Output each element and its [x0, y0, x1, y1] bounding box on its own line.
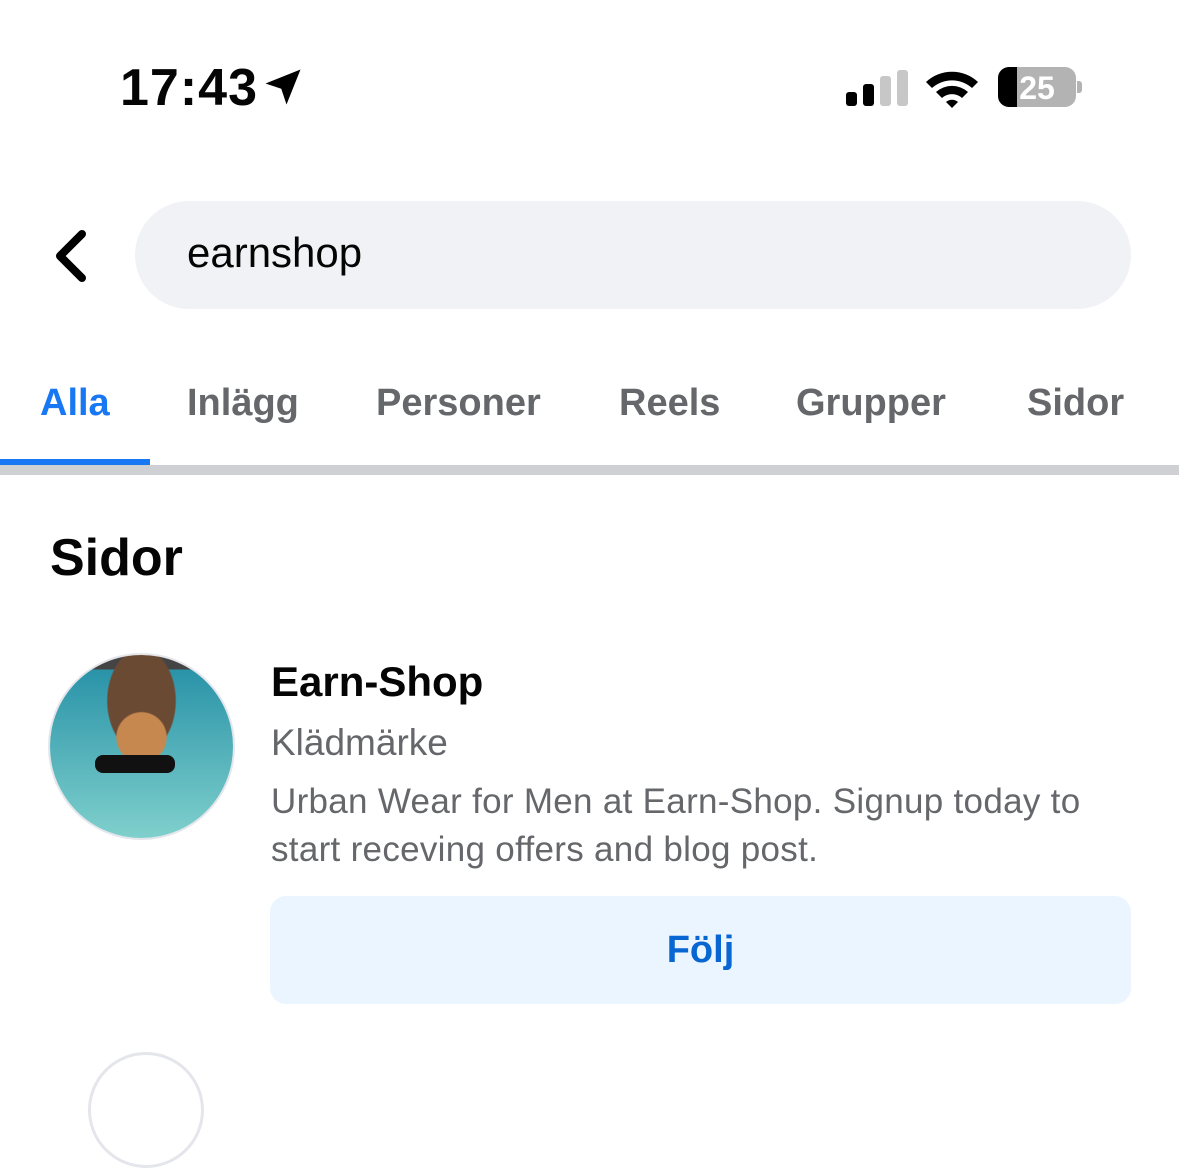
tab-inlagg[interactable]: Inlägg	[187, 382, 299, 425]
follow-button[interactable]: Följ	[270, 896, 1131, 1004]
avatar-sunglasses	[95, 755, 175, 773]
page-name[interactable]: Earn-Shop	[271, 658, 483, 706]
signal-icon	[846, 70, 908, 106]
tab-sidor[interactable]: Sidor	[1027, 382, 1124, 425]
battery-icon: 25	[998, 67, 1076, 107]
battery-level: 25	[1019, 70, 1055, 106]
status-time: 17:43	[120, 59, 258, 117]
next-result-avatar[interactable]	[88, 1052, 204, 1168]
active-tab-indicator	[0, 459, 150, 465]
tab-bar: Alla Inlägg Personer Reels Grupper Sidor	[0, 370, 1179, 465]
section-title: Sidor	[50, 529, 183, 587]
page-avatar[interactable]	[50, 655, 233, 838]
search-input[interactable]	[187, 229, 1087, 277]
page-category: Klädmärke	[271, 722, 448, 763]
tabs-divider	[0, 465, 1179, 475]
search-field[interactable]	[135, 201, 1131, 309]
page-description: Urban Wear for Men at Earn-Shop. Signup …	[271, 782, 1081, 869]
battery-tip	[1077, 81, 1082, 93]
tab-grupper[interactable]: Grupper	[796, 382, 946, 425]
tab-personer[interactable]: Personer	[376, 382, 541, 425]
back-chevron-icon[interactable]	[48, 228, 92, 284]
wifi-icon	[926, 71, 978, 108]
tab-alla[interactable]: Alla	[40, 382, 110, 425]
location-arrow-icon	[265, 69, 301, 105]
tab-reels[interactable]: Reels	[619, 382, 720, 425]
